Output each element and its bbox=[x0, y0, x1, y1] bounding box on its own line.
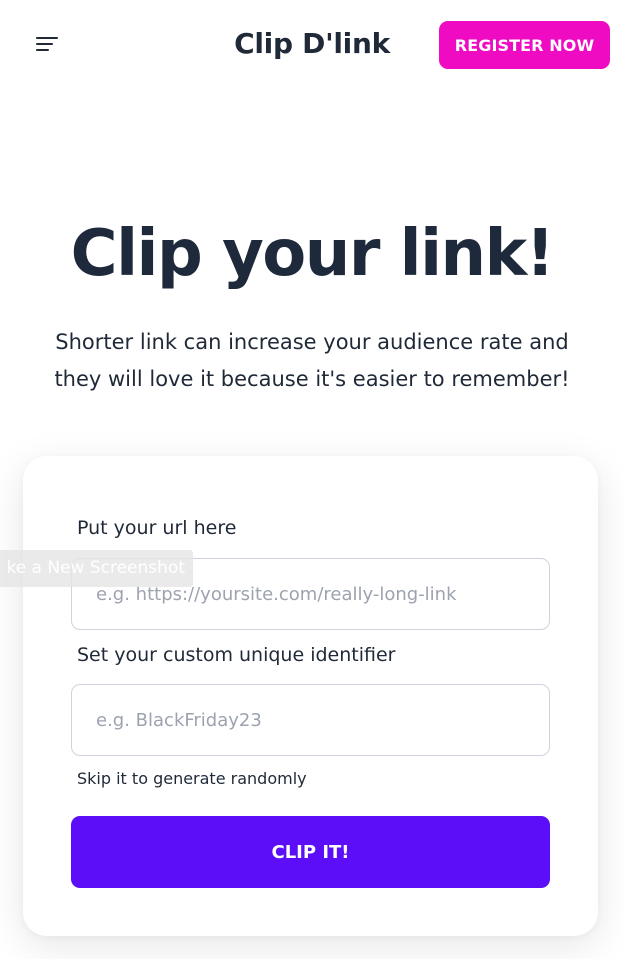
url-field-label: Put your url here bbox=[77, 517, 237, 539]
top-navbar: Clip D'link REGISTER NOW bbox=[0, 0, 624, 90]
hero-subtitle: Shorter link can increase your audience … bbox=[54, 330, 570, 391]
custom-identifier-input[interactable] bbox=[71, 684, 550, 756]
clip-it-button[interactable]: CLIP IT! bbox=[71, 816, 550, 888]
menu-line bbox=[36, 43, 53, 46]
page: Clip D'link REGISTER NOW Clip your link!… bbox=[0, 0, 624, 959]
menu-line bbox=[36, 49, 49, 52]
identifier-field-label: Set your custom unique identifier bbox=[77, 644, 396, 666]
new-screenshot-tag[interactable]: ke a New Screenshot bbox=[0, 550, 193, 587]
menu-line bbox=[36, 37, 58, 40]
hero-title: Clip your link! bbox=[70, 217, 555, 291]
hamburger-menu-icon[interactable] bbox=[32, 30, 62, 60]
identifier-hint: Skip it to generate randomly bbox=[77, 769, 307, 788]
new-screenshot-label: ke a New Screenshot bbox=[6, 558, 185, 578]
register-now-button[interactable]: REGISTER NOW bbox=[439, 21, 610, 69]
